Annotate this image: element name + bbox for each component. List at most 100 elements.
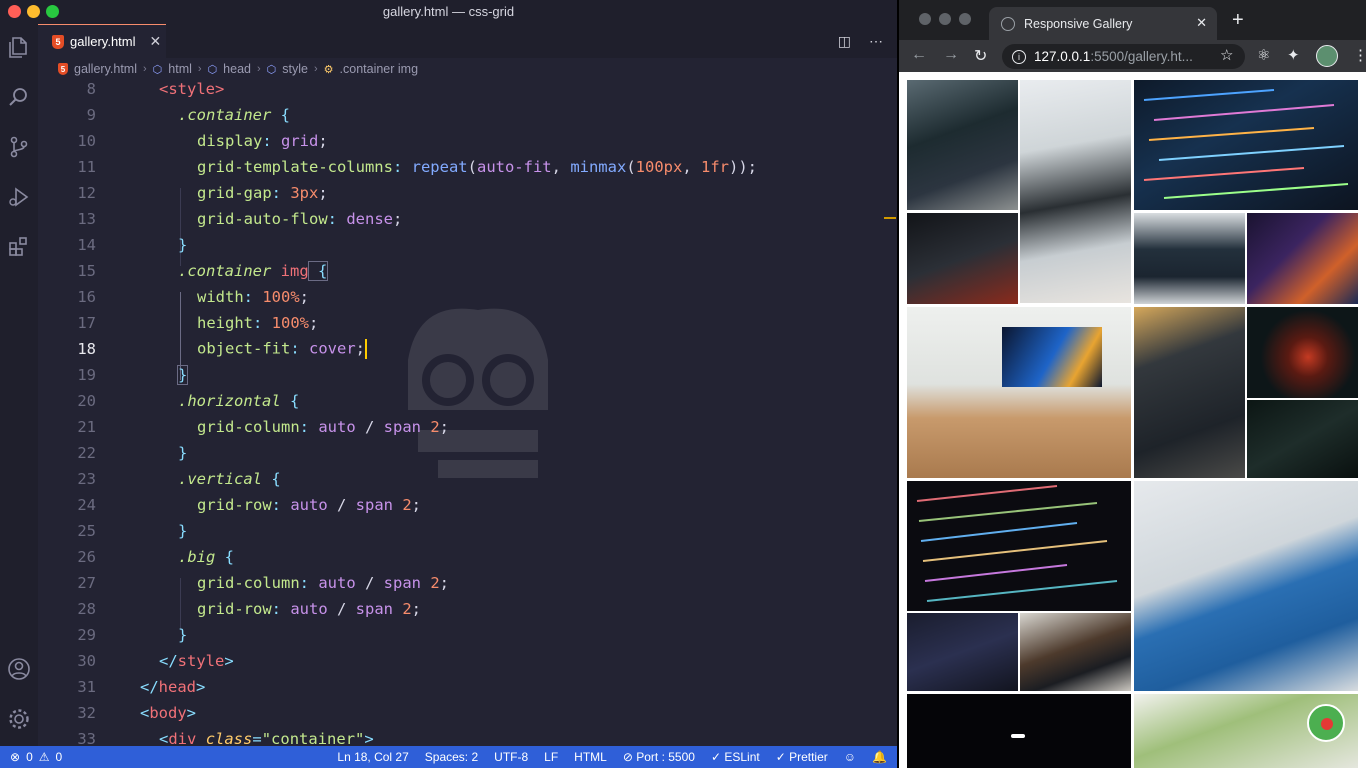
gallery-image-monitor-setup[interactable] [1134,213,1245,304]
code-token: auto [290,600,328,618]
run-debug-icon[interactable] [6,184,32,210]
error-count[interactable]: 0 [26,750,33,764]
tab-gallery-html[interactable]: 5 gallery.html ✕ [38,24,166,58]
gallery-image-tablet-desk[interactable] [1020,80,1131,303]
warning-count[interactable]: 0 [56,750,63,764]
code-token: cover [309,339,356,358]
settings-gear-icon[interactable] [6,706,32,732]
feedback-icon[interactable]: ☺ [844,750,856,764]
bookmark-star-icon[interactable]: ☆ [1220,46,1233,64]
code-token: 2 [402,600,412,618]
chevron-right-icon: › [313,63,318,75]
code-token: 100px [635,158,683,176]
code-token: .container [178,106,272,124]
title-bar: gallery.html — css-grid [0,0,897,24]
line-number: 8 [86,80,96,98]
live-server-port[interactable]: ⊘ Port : 5500 [623,750,695,764]
line-number: 20 [77,392,96,410]
code-token: span [383,418,421,436]
code-token: auto [318,418,356,436]
encoding[interactable]: UTF-8 [494,750,528,764]
code-token: auto [318,574,356,592]
editor-tab-bar: 5 gallery.html ✕ ◫ ⋯ [38,24,897,58]
code-line: 27 grid-column: auto / span 2; [38,570,897,596]
info-icon[interactable]: i [1012,49,1026,64]
warning-icon[interactable]: ⚠ [39,750,50,764]
minimize-window-button[interactable] [939,13,951,25]
chevron-right-icon: › [142,63,147,75]
gallery-image-laptop[interactable] [907,80,1018,210]
url-host: 127.0.0.1 [1034,49,1091,64]
indentation[interactable]: Spaces: 2 [425,750,478,764]
end-of-line[interactable]: LF [544,750,558,764]
code-token: 2 [430,418,440,436]
gallery-image-colorful-code[interactable] [1247,213,1358,304]
code-token: .container [178,262,272,280]
breadcrumb-item-html[interactable]: html [168,62,192,76]
line-number: 19 [77,366,96,384]
new-tab-plus-icon[interactable]: + [1232,9,1244,32]
close-tab-icon[interactable]: ✕ [150,33,162,50]
browser-tab[interactable]: Responsive Gallery ✕ [989,7,1217,40]
line-number: 14 [77,236,96,254]
notifications-bell-icon[interactable]: 🔔 [872,750,887,764]
cursor-position[interactable]: Ln 18, Col 27 [337,750,408,764]
gallery-image-editor-dark[interactable] [907,613,1018,691]
gallery-image-man-at-desk[interactable] [1134,481,1358,691]
explorer-icon[interactable] [6,34,32,60]
breadcrumb-item-file[interactable]: gallery.html [74,62,137,76]
gallery-image-code-laptop[interactable] [1134,307,1245,478]
split-editor-icon[interactable]: ◫ [838,33,851,50]
code-line: 21 grid-column: auto / span 2; [38,414,897,440]
element-icon: ⬡ [266,63,277,76]
code-token: auto [290,496,328,514]
prettier-status[interactable]: ✓ Prettier [776,750,828,764]
extensions-puzzle-icon[interactable]: ✦ [1287,46,1300,64]
tab-label: gallery.html [70,34,136,49]
gallery-image-code-black[interactable] [907,481,1131,611]
code-token: img [280,262,309,280]
code-token: .horizontal [178,392,281,410]
gallery-image-code-screen[interactable] [1134,80,1358,210]
gallery-image-black-keyboard[interactable] [907,694,1131,768]
line-number: 16 [77,288,96,306]
gallery-image-dual-laptops[interactable] [907,213,1018,304]
address-bar[interactable]: i 127.0.0.1:5500/gallery.ht... [1002,44,1245,69]
breadcrumb-item-selector[interactable]: .container img [340,62,419,76]
breadcrumb-item-style[interactable]: style [282,62,308,76]
code-editor[interactable]: 8 <style> 9 .container { 10 display: grid; … [38,80,897,748]
more-actions-icon[interactable]: ⋯ [869,33,883,50]
line-number: 15 [77,262,96,280]
forward-arrow-icon[interactable]: → [943,46,959,64]
line-number: 18 [77,340,96,358]
maximize-window-button[interactable] [959,13,971,25]
gallery-image-dark-desk[interactable] [1247,400,1358,478]
account-icon[interactable] [6,656,32,682]
breadcrumb-item-head[interactable]: head [223,62,251,76]
gallery-image-man-laptop[interactable] [1020,613,1131,691]
code-token: dense [346,210,393,228]
port-label: Port : 5500 [636,750,695,764]
profile-avatar[interactable] [1316,45,1338,67]
error-icon[interactable]: ⊗ [10,750,20,764]
line-number: 32 [77,704,96,722]
language-mode[interactable]: HTML [574,750,607,764]
back-arrow-icon[interactable]: ← [911,46,927,64]
kebab-menu-icon[interactable]: ⋮ [1353,46,1366,64]
code-token: minmax [570,158,627,176]
reload-icon[interactable]: ↻ [974,46,987,66]
search-icon[interactable] [6,84,32,110]
screen-recorder-indicator[interactable] [1307,704,1345,742]
extensions-icon[interactable] [6,234,32,260]
code-line: 24 grid-row: auto / span 2; [38,492,897,518]
react-devtools-icon[interactable]: ⚛ [1257,46,1270,64]
close-tab-icon[interactable]: ✕ [1196,15,1207,31]
source-control-icon[interactable] [6,134,32,160]
code-token: grid-column [197,418,300,436]
gallery-image-red-glow[interactable] [1247,307,1358,398]
gallery-image-desk-monitor[interactable] [907,307,1131,478]
eslint-status[interactable]: ✓ ESLint [711,750,760,764]
close-window-button[interactable] [919,13,931,25]
code-line: 17 height: 100%; [38,310,897,336]
code-token: height [197,314,253,332]
